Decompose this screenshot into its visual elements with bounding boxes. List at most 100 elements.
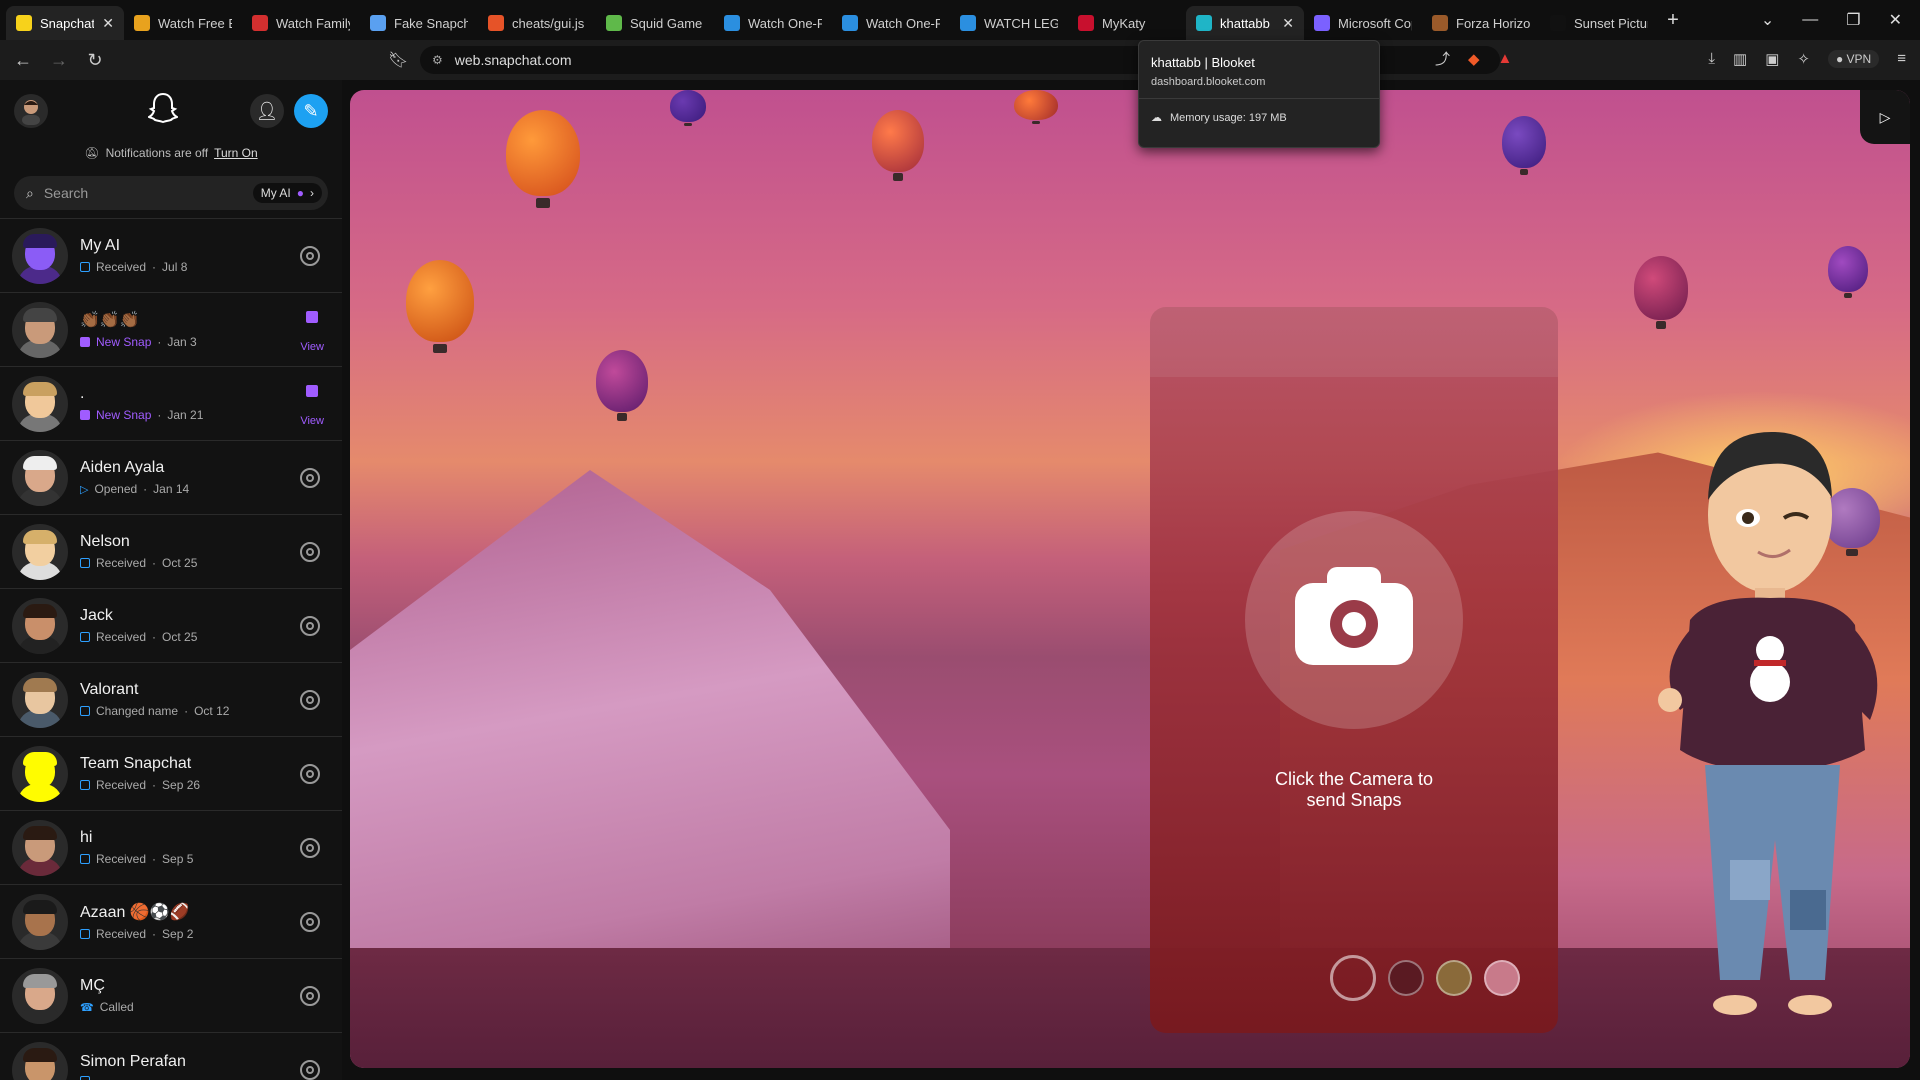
- my-ai-chip[interactable]: My AI ● ›: [252, 183, 322, 203]
- lens-cute-icon[interactable]: [1484, 960, 1520, 996]
- tab-13[interactable]: Sunset Pictures: [1540, 6, 1658, 40]
- tab-list-chevron-icon[interactable]: ⌄: [1761, 10, 1774, 30]
- tab-2[interactable]: Watch Family: [242, 6, 360, 40]
- chat-row[interactable]: . New Snap · Jan 21 View: [0, 367, 342, 441]
- bookmark-icon[interactable]: 🔖︎: [388, 50, 408, 70]
- new-tab-button[interactable]: +: [1658, 9, 1688, 32]
- vpn-button[interactable]: ● VPN: [1827, 49, 1880, 68]
- tab-12[interactable]: Forza Horizon: [1422, 6, 1540, 40]
- chat-list: My AI Received · Jul 8 👏🏾👏🏾👏🏾 New Snap · Jan 3 V…: [0, 219, 342, 1080]
- mykaty-icon: [1078, 15, 1094, 31]
- wallet-icon[interactable]: ▣: [1765, 50, 1779, 68]
- avatar[interactable]: [12, 819, 68, 876]
- url-text[interactable]: web.snapchat.com: [455, 52, 572, 68]
- new-chat-button[interactable]: ✎: [294, 94, 328, 128]
- tab-title: Snapchat: [40, 15, 95, 31]
- lens-capture-ring[interactable]: [1330, 955, 1376, 1001]
- avatar[interactable]: [12, 523, 68, 580]
- snapchat-ghost-icon[interactable]: [148, 92, 178, 126]
- share-icon[interactable]: ⤴: [1435, 48, 1450, 69]
- tab-4[interactable]: cheats/gui.js: [478, 6, 596, 40]
- minimize-button[interactable]: —: [1802, 11, 1818, 29]
- chat-row[interactable]: Aiden Ayala ▷ Opened · Jan 14: [0, 441, 342, 515]
- tab-0[interactable]: Snapchat ✕: [6, 6, 124, 40]
- restore-button[interactable]: ❐: [1846, 10, 1860, 30]
- chat-row[interactable]: My AI Received · Jul 8: [0, 219, 342, 293]
- tab-3[interactable]: Fake Snapchat: [360, 6, 478, 40]
- camera-reply-icon[interactable]: [300, 690, 320, 710]
- lens-devil-icon[interactable]: [1388, 960, 1424, 996]
- tab-title: Squid Game: [630, 15, 703, 31]
- chat-row[interactable]: Azaan 🏀⚽🏈 Received · Sep 2: [0, 885, 342, 959]
- search-input[interactable]: ⌕ Search My AI ● ›: [14, 176, 328, 210]
- site-settings-icon[interactable]: ⚙: [432, 53, 443, 67]
- forward-button[interactable]: →: [50, 50, 68, 71]
- sidebar-toggle-icon[interactable]: ▥: [1733, 50, 1747, 68]
- camera-reply-icon[interactable]: [300, 1060, 320, 1080]
- chat-bubble-icon: [80, 706, 90, 716]
- camera-stage: Click the Camera to send Snaps ▷: [350, 90, 1910, 1068]
- avatar[interactable]: [12, 301, 68, 358]
- avatar[interactable]: [12, 449, 68, 506]
- chat-bubble-icon: [80, 558, 90, 568]
- notification-text: Notifications are off: [105, 146, 209, 160]
- memory-icon: ☁: [1151, 112, 1162, 124]
- tab-title: Watch One-Piece: [866, 15, 940, 31]
- avatar[interactable]: [12, 227, 68, 284]
- avatar[interactable]: [12, 375, 68, 432]
- turn-on-link[interactable]: Turn On: [214, 146, 258, 160]
- camera-reply-icon[interactable]: [300, 542, 320, 562]
- menu-icon[interactable]: ≡: [1897, 50, 1906, 67]
- avatar[interactable]: [12, 745, 68, 802]
- chat-status: Received: [96, 852, 147, 866]
- tab-6[interactable]: Watch One-Piece: [714, 6, 832, 40]
- tab-5[interactable]: Squid Game: [596, 6, 714, 40]
- chat-name: Simon Perafan: [80, 1053, 186, 1070]
- avatar[interactable]: [12, 671, 68, 728]
- tab-7[interactable]: Watch One-Piece: [832, 6, 950, 40]
- tab-9[interactable]: MyKaty: [1068, 6, 1186, 40]
- camera-reply-icon[interactable]: [300, 764, 320, 784]
- camera-reply-icon[interactable]: [300, 912, 320, 932]
- tab-10[interactable]: khattabb | Blooket ✕: [1186, 6, 1304, 40]
- chat-name: 👏🏾👏🏾👏🏾: [80, 312, 140, 329]
- chat-time: Sep 26: [162, 778, 201, 792]
- chat-row[interactable]: Valorant Changed name · Oct 12: [0, 663, 342, 737]
- view-snap-button[interactable]: View: [300, 385, 324, 427]
- chat-row[interactable]: MÇ ☎ Called: [0, 959, 342, 1033]
- tab-8[interactable]: WATCH LEGO: [950, 6, 1068, 40]
- camera-reply-icon[interactable]: [300, 468, 320, 488]
- close-tab-icon[interactable]: ✕: [1282, 15, 1294, 32]
- profile-avatar[interactable]: [14, 94, 48, 128]
- chat-row[interactable]: 👏🏾👏🏾👏🏾 New Snap · Jan 3 View: [0, 293, 342, 367]
- camera-reply-icon[interactable]: [300, 986, 320, 1006]
- avatar[interactable]: [12, 967, 68, 1024]
- add-friend-button[interactable]: 👤︎: [250, 94, 284, 128]
- chat-row[interactable]: Team Snapchat Received · Sep 26: [0, 737, 342, 811]
- view-snap-button[interactable]: View: [300, 311, 324, 353]
- avatar[interactable]: [12, 1041, 68, 1080]
- camera-reply-icon[interactable]: [300, 838, 320, 858]
- back-button[interactable]: ←: [14, 50, 32, 71]
- reload-button[interactable]: ↻: [86, 50, 104, 71]
- tab-1[interactable]: Watch Free Books: [124, 6, 242, 40]
- close-window-button[interactable]: ✕: [1889, 10, 1902, 30]
- chat-row[interactable]: Nelson Received · Oct 25: [0, 515, 342, 589]
- camera-button[interactable]: [1245, 511, 1463, 729]
- chat-status: Called: [99, 1000, 134, 1014]
- downloads-icon[interactable]: ⤓: [1708, 50, 1715, 67]
- lens-face-icon[interactable]: [1436, 960, 1472, 996]
- chat-row[interactable]: Simon Perafan: [0, 1033, 342, 1080]
- brave-shield-icon[interactable]: ◆: [1468, 50, 1480, 68]
- avatar[interactable]: [12, 597, 68, 654]
- leo-ai-icon[interactable]: ✧: [1797, 50, 1810, 68]
- chat-row[interactable]: hi Received · Sep 5: [0, 811, 342, 885]
- chat-row[interactable]: Jack Received · Oct 25: [0, 589, 342, 663]
- close-tab-icon[interactable]: ✕: [102, 15, 114, 32]
- camera-reply-icon[interactable]: [300, 616, 320, 636]
- play-icon[interactable]: ▷: [1860, 90, 1910, 144]
- camera-reply-icon[interactable]: [300, 246, 320, 266]
- avatar[interactable]: [12, 893, 68, 950]
- rewards-icon[interactable]: ▲: [1498, 50, 1513, 67]
- tab-11[interactable]: Microsoft Copilot: [1304, 6, 1422, 40]
